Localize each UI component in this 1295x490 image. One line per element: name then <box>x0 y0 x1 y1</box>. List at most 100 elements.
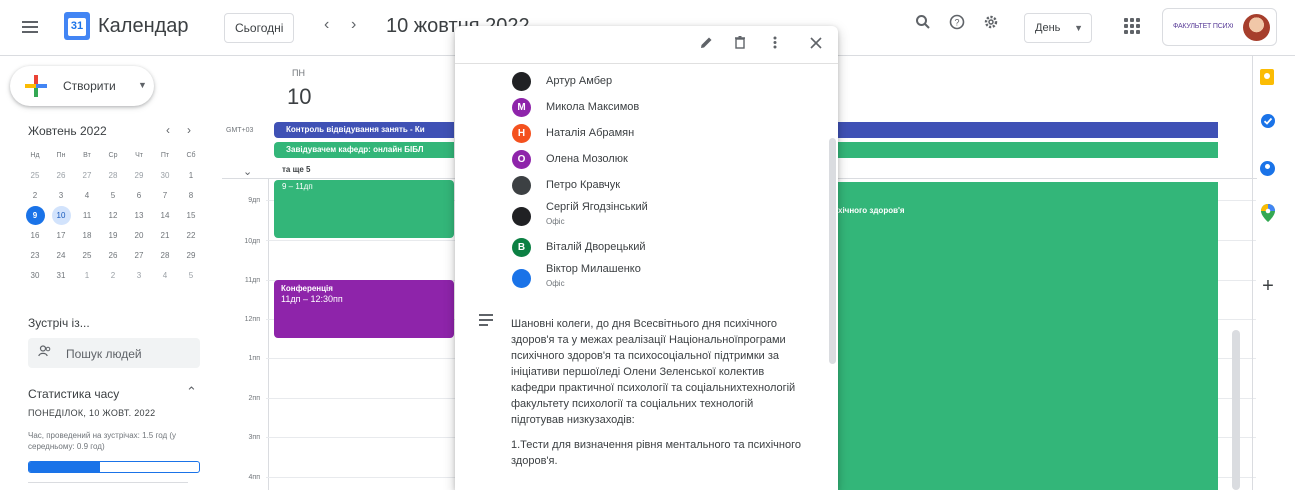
mini-day[interactable]: 28 <box>152 246 178 266</box>
close-icon[interactable] <box>807 36 825 54</box>
main-menu-icon[interactable] <box>22 18 42 34</box>
weekday-label: Сб <box>186 152 196 159</box>
allday-event-continuation[interactable] <box>838 142 1218 158</box>
mini-day[interactable]: 22 <box>178 226 204 246</box>
mini-day[interactable]: 1 <box>74 266 100 286</box>
guest-item[interactable]: Сергій Ягодзінський Офіс <box>455 200 815 232</box>
view-select[interactable]: День ▼ <box>1024 13 1092 43</box>
mini-day[interactable]: 5 <box>178 266 204 286</box>
apps-grid-icon[interactable] <box>1124 18 1140 34</box>
mini-day[interactable]: 30 <box>22 266 48 286</box>
mini-day[interactable]: 13 <box>126 206 152 226</box>
mini-day[interactable]: 29 <box>178 246 204 266</box>
edit-pencil-icon[interactable] <box>697 36 715 54</box>
chevron-down-icon[interactable]: ⌄ <box>243 165 252 178</box>
mini-day[interactable]: 3 <box>48 186 74 206</box>
mini-day[interactable]: 25 <box>22 166 48 186</box>
keep-icon[interactable] <box>1260 69 1274 85</box>
day-header-number[interactable]: 10 <box>287 84 311 110</box>
delete-trash-icon[interactable] <box>731 35 749 54</box>
settings-gear-icon[interactable] <box>980 14 1002 36</box>
guest-name: Петро Кравчук <box>546 179 621 191</box>
mini-day[interactable]: 2 <box>22 186 48 206</box>
mini-day[interactable]: 16 <box>22 226 48 246</box>
mini-day[interactable]: 19 <box>100 226 126 246</box>
people-search-input[interactable]: Пошук людей <box>28 338 200 368</box>
mini-day[interactable]: 24 <box>48 246 74 266</box>
mini-day[interactable]: 1 <box>178 166 204 186</box>
account-switcher[interactable]: ФАКУЛЬТЕТ ПСИХОЛОГІЇ <box>1162 8 1277 46</box>
mini-prev-month-icon[interactable]: ‹ <box>166 123 170 137</box>
guest-item[interactable]: О Олена Мозолюк <box>455 148 815 172</box>
next-day-icon[interactable]: › <box>351 16 356 34</box>
mini-day-today[interactable]: 9 <box>22 206 48 226</box>
guest-item[interactable]: В Віталій Дворецький <box>455 236 815 260</box>
avatar[interactable] <box>1243 14 1270 41</box>
mini-day[interactable]: 29 <box>126 166 152 186</box>
mini-day[interactable]: 25 <box>74 246 100 266</box>
mini-day[interactable]: 12 <box>100 206 126 226</box>
mini-day-selected-label: 10 <box>51 206 71 225</box>
mini-day[interactable]: 20 <box>126 226 152 246</box>
mini-day[interactable]: 8 <box>178 186 204 206</box>
allday-event[interactable]: Контроль відвідування занять - Ки <box>274 122 454 138</box>
popup-toolbar <box>455 26 838 64</box>
mini-day[interactable]: 4 <box>152 266 178 286</box>
guest-item[interactable]: Артур Амбер <box>455 70 815 94</box>
contacts-icon[interactable] <box>1260 161 1275 176</box>
guest-name: Артур Амбер <box>546 75 613 87</box>
time-insights-progress <box>28 461 200 473</box>
mini-day[interactable]: 28 <box>100 166 126 186</box>
mini-day[interactable]: 11 <box>74 206 100 226</box>
guest-item[interactable]: Н Наталія Абрамян <box>455 122 815 146</box>
mini-day[interactable]: 26 <box>100 246 126 266</box>
guest-avatar <box>512 207 531 226</box>
maps-pin-icon[interactable] <box>1258 204 1278 224</box>
mini-day[interactable]: 23 <box>22 246 48 266</box>
mini-day[interactable]: 3 <box>126 266 152 286</box>
mini-day[interactable]: 5 <box>100 186 126 206</box>
guest-item[interactable]: M Микола Максимов <box>455 96 815 120</box>
mini-day[interactable]: 14 <box>152 206 178 226</box>
mini-day[interactable]: 27 <box>74 166 100 186</box>
guest-item[interactable]: Віктор Милашенко Офіс <box>455 262 815 294</box>
chevron-up-icon[interactable]: ⌃ <box>186 384 197 400</box>
mini-day[interactable]: 26 <box>48 166 74 186</box>
mini-day[interactable]: 17 <box>48 226 74 246</box>
mini-day[interactable]: 7 <box>152 186 178 206</box>
weekday-label: Вт <box>83 152 91 159</box>
prev-day-icon[interactable]: ‹ <box>324 16 329 34</box>
mini-next-month-icon[interactable]: › <box>187 123 191 137</box>
mini-day[interactable]: 6 <box>126 186 152 206</box>
mini-day[interactable]: 2 <box>100 266 126 286</box>
mini-day[interactable]: 4 <box>74 186 100 206</box>
calendar-event-conference[interactable]: Конференція 11дп – 12:30пп <box>274 280 454 338</box>
mini-day[interactable]: 31 <box>48 266 74 286</box>
mini-day[interactable]: 18 <box>74 226 100 246</box>
mini-day-selected[interactable]: 10 <box>48 206 74 226</box>
grid-scrollbar[interactable] <box>1232 330 1240 490</box>
guest-avatar: Н <box>512 124 531 143</box>
organization-logo: ФАКУЛЬТЕТ ПСИХОЛОГІЇ <box>1173 23 1233 30</box>
tasks-icon[interactable] <box>1258 113 1278 133</box>
mini-day[interactable]: 27 <box>126 246 152 266</box>
today-button[interactable]: Сьогодні <box>224 13 295 43</box>
more-events-link[interactable]: та ще 5 <box>282 165 310 174</box>
calendar-event[interactable]: 9 – 11дп <box>274 180 454 238</box>
calendar-event-continuation[interactable] <box>838 182 1218 490</box>
allday-event-continuation[interactable] <box>838 122 1218 138</box>
add-addon-icon[interactable]: + <box>1258 276 1278 296</box>
mini-day[interactable]: 21 <box>152 226 178 246</box>
people-icon <box>38 345 52 360</box>
view-select-label: День <box>1035 22 1061 34</box>
search-icon[interactable] <box>912 14 934 36</box>
help-icon[interactable]: ? <box>946 14 968 36</box>
mini-day[interactable]: 30 <box>152 166 178 186</box>
popup-scrollbar[interactable] <box>829 138 836 364</box>
more-options-icon[interactable] <box>766 36 784 54</box>
guest-item[interactable]: Петро Кравчук <box>455 174 815 198</box>
create-button[interactable]: Створити ▼ <box>10 66 154 106</box>
mini-day[interactable]: 15 <box>178 206 204 226</box>
time-insights-description: Час, проведений на зустрічах: 1.5 год (у… <box>28 431 177 451</box>
allday-event[interactable]: Завідувачем кафедр: онлайн БІБЛ <box>274 142 454 158</box>
